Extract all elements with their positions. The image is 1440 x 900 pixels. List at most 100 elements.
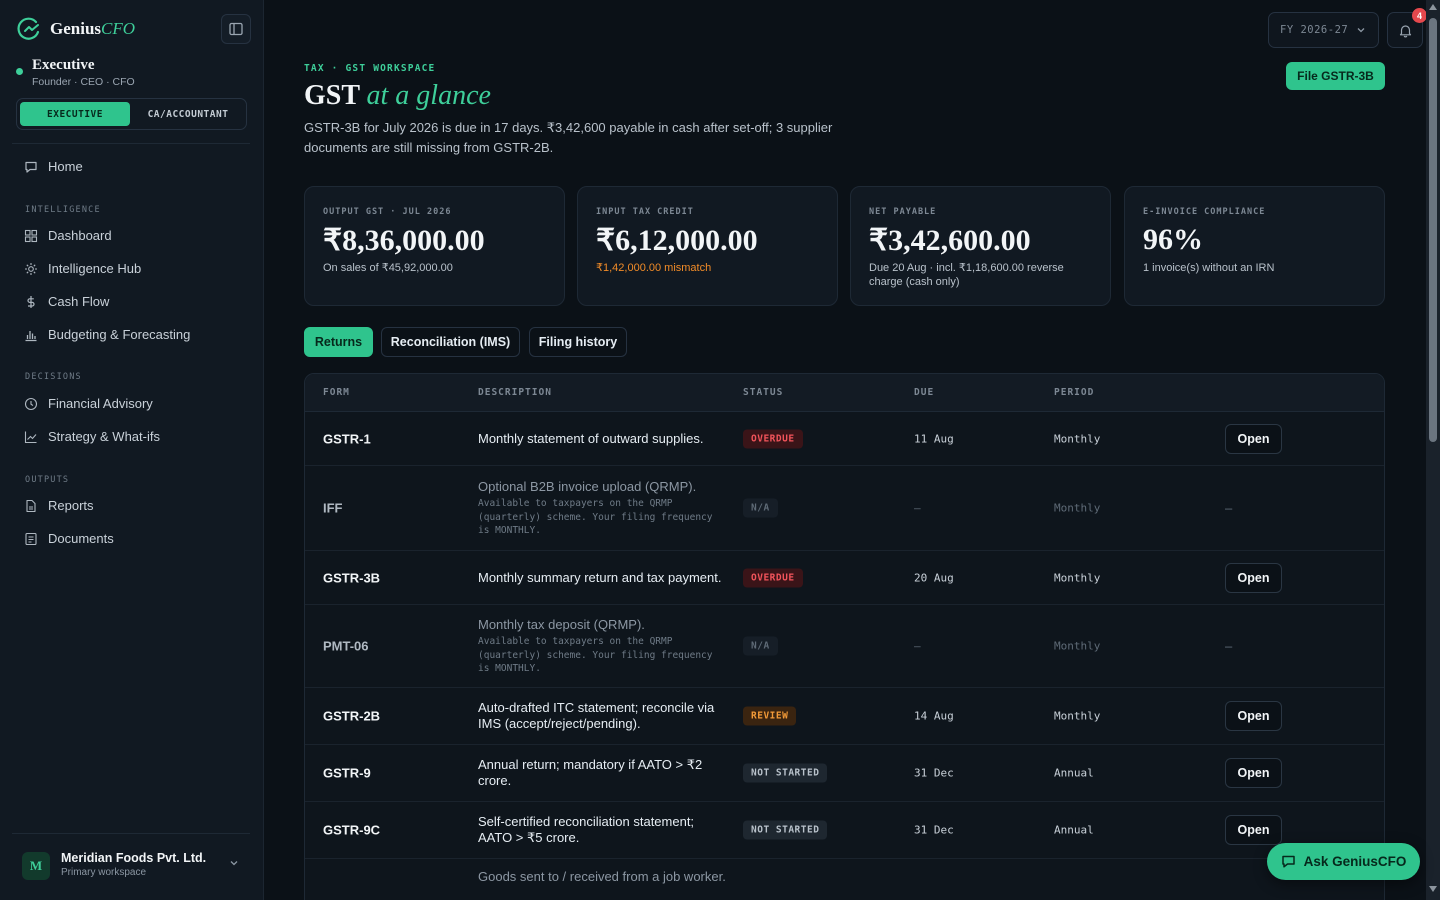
form-description: Optional B2B invoice upload (QRMP). Avail… [478,479,728,538]
nav-item-budgeting[interactable]: Budgeting & Forecasting [24,327,190,342]
chevron-down-icon [230,861,238,866]
status-badge: REVIEW [743,706,797,726]
status-cell: NOT STARTED [743,820,828,840]
due-date: 31 Dec [914,823,954,837]
kpi-card-input-tax-credit: INPUT TAX CREDIT ₹6,12,000.00 ₹1,42,000.… [577,186,838,306]
action-placeholder: – [1225,500,1233,516]
due-date: 14 Aug [914,709,954,723]
status-dot [16,68,23,75]
period: Monthly [1054,501,1101,515]
card-label: E-INVOICE COMPLIANCE [1143,207,1266,217]
role-subtitle: Founder · CEO · CFO [32,76,135,88]
file-icon [26,499,36,512]
column-header-due: DUE [914,387,935,398]
table-row: GSTR-3B Monthly summary return and tax p… [305,551,1384,605]
tab-reconciliation[interactable]: Reconciliation (IMS) [381,327,520,357]
kpi-card-net-payable: NET PAYABLE ₹3,42,600.00 Due 20 Aug · in… [850,186,1111,306]
nav-item-label: Financial Advisory [48,396,153,411]
form-description: Monthly summary return and tax payment. [478,569,722,585]
workspace-switcher[interactable]: M Meridian Foods Pvt. Ltd. Primary works… [22,851,248,881]
column-header-status: STATUS [743,387,784,398]
collapse-sidebar-button[interactable] [221,14,251,44]
nav-item-cash-flow[interactable]: Cash Flow [24,294,109,309]
nav-item-intelligence-hub[interactable]: Intelligence Hub [24,261,141,276]
nav-item-strategy[interactable]: Strategy & What-ifs [24,429,160,444]
table-row: PMT-06 Monthly tax deposit (QRMP). Availa… [305,605,1384,688]
card-value: 96% [1143,223,1203,256]
card-label: OUTPUT GST · JUL 2026 [323,207,452,217]
open-button[interactable]: Open [1225,701,1282,731]
status-cell: OVERDUE [743,568,803,587]
status-cell: N/A [743,498,778,518]
sparkle-icon [25,262,37,275]
scroll-down-arrow[interactable] [1429,886,1437,892]
file-gstr-3b-button[interactable]: File GSTR-3B [1286,62,1385,90]
card-value: ₹6,12,000.00 [596,224,758,257]
notification-count-badge: 4 [1412,8,1427,23]
mode-executive-button[interactable]: EXECUTIVE [20,102,130,126]
nav-item-documents[interactable]: Documents [24,531,114,546]
workspace-subtitle: Primary workspace [61,867,147,878]
divider [12,143,250,144]
card-value: ₹3,42,600.00 [869,224,1031,257]
logo-icon [17,17,40,40]
due-date: — [914,501,921,515]
form-description: Monthly statement of outward supplies. [478,430,704,446]
card-note: 1 invoice(s) without an IRN [1143,262,1275,274]
nav-item-label: Intelligence Hub [48,261,142,276]
column-header-description: DESCRIPTION [478,387,552,398]
brand[interactable]: GeniusCFO [16,16,135,42]
form-description: Annual return; mandatory if AATO > ₹2 cr… [478,757,703,788]
nav-item-financial-advisory[interactable]: Financial Advisory [24,396,153,411]
form-name: GSTR-3B [323,570,381,585]
tab-filing-history[interactable]: Filing history [529,327,627,357]
fiscal-year-select[interactable]: FY 2026-27 [1268,12,1379,48]
nav-item-label: Budgeting & Forecasting [48,327,191,342]
action-cell: Open [1225,562,1282,593]
document-icon [25,532,37,545]
open-button[interactable]: Open [1225,815,1282,845]
nav-item-label: Home [48,159,83,174]
nav-item-label: Strategy & What-ifs [48,429,160,444]
nav-item-label: Cash Flow [48,294,110,309]
open-button[interactable]: Open [1225,562,1282,593]
mode-accountant-button[interactable]: CA/ACCOUNTANT [133,102,243,126]
table-header: FORM DESCRIPTION STATUS DUE PERIOD [305,374,1384,412]
card-value: ₹8,36,000.00 [323,224,485,257]
nav-item-dashboard[interactable]: Dashboard [24,228,112,243]
action-cell: Open [1225,758,1282,788]
table-row: Goods sent to / received from a job work… [305,859,1384,900]
card-note: On sales of ₹45,92,000.00 [323,262,453,274]
nav-item-label: Dashboard [48,228,112,243]
action-cell: Open [1225,701,1282,731]
status-cell: OVERDUE [743,429,803,448]
status-badge: NOT STARTED [743,820,828,840]
table-row: IFF Optional B2B invoice upload (QRMP). A… [305,466,1384,551]
bell-icon [1399,24,1411,37]
nav-item-label: Documents [48,531,114,546]
chat-icon [25,161,37,173]
grid-icon [24,229,38,242]
status-badge: N/A [743,636,778,656]
ask-button-label: Ask GeniusCFO [1303,854,1407,869]
action-cell: Open [1225,815,1282,845]
nav-item-home[interactable]: Home [24,159,83,174]
nav-item-reports[interactable]: Reports [24,498,94,513]
tab-returns[interactable]: Returns [304,327,373,357]
form-description: Goods sent to / received from a job work… [478,869,726,884]
form-name: GSTR-1 [323,431,371,446]
column-header-period: PERIOD [1054,387,1095,398]
open-button[interactable]: Open [1225,758,1282,788]
action-placeholder: – [1225,638,1233,654]
sidebar: GeniusCFO Executive Founder · CEO · CFO … [0,0,264,900]
card-note: Due 20 Aug · incl. ₹1,18,600.00 reverse … [869,262,1064,288]
open-button[interactable]: Open [1225,423,1282,454]
form-description: Self-certified reconciliation statement;… [478,814,695,845]
scrollbar-thumb[interactable] [1429,18,1437,442]
status-cell: N/A [743,636,778,656]
action-cell: Open [1225,423,1282,454]
due-date: 20 Aug [914,571,954,584]
ask-geniuscfo-button[interactable]: Ask GeniusCFO [1267,843,1420,880]
scroll-up-arrow[interactable] [1429,4,1437,10]
card-label: INPUT TAX CREDIT [596,207,694,217]
